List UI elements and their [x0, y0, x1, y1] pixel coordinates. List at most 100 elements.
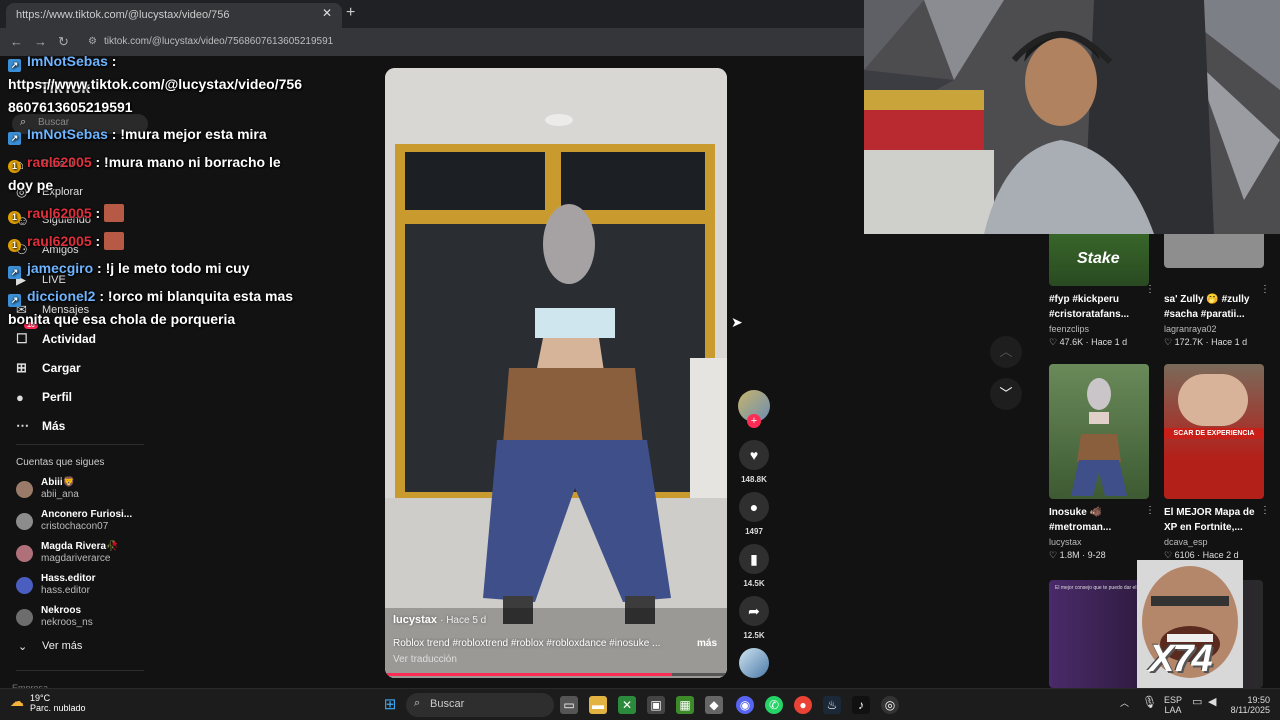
tab-title: https://www.tiktok.com/@lucystax/video/7…: [16, 9, 230, 21]
share-count: 12.5K: [743, 631, 765, 640]
store-icon[interactable]: ▣: [647, 696, 665, 714]
url-field[interactable]: tiktok.com/@lucystax/video/7568607613605…: [104, 36, 333, 47]
chat-message: 8607613605219591: [8, 96, 133, 119]
chat-text: https://www.tiktok.com/@lucystax/video/7…: [8, 76, 302, 92]
share-icon[interactable]: ➦: [739, 596, 769, 626]
reload-icon[interactable]: ↻: [58, 34, 69, 50]
weather-widget[interactable]: ☁ 19°C Parc. nublado: [10, 693, 86, 713]
steam-icon[interactable]: ♨: [823, 696, 841, 714]
comment-action[interactable]: ● 1497: [737, 492, 771, 536]
whatsapp-icon[interactable]: ✆: [765, 696, 783, 714]
avatar: [16, 544, 33, 562]
avatar: [16, 480, 33, 498]
heart-icon[interactable]: ♥: [739, 440, 769, 470]
app-icon[interactable]: ◆: [705, 696, 723, 714]
related-thumbnail[interactable]: [1049, 364, 1149, 499]
related-stats: ♡ 1.8M · 9-28: [1049, 550, 1106, 560]
file-explorer-icon[interactable]: ▬: [589, 696, 607, 714]
clock-date: 8/11/2025: [1230, 705, 1270, 715]
bookmark-icon[interactable]: ▮: [739, 544, 769, 574]
site-info-icon[interactable]: ⚙: [88, 36, 97, 47]
language-indicator[interactable]: ESP LAA: [1164, 695, 1182, 715]
following-account[interactable]: Anconero Furiosi... cristochacon07: [16, 507, 132, 535]
video-author[interactable]: lucystax · Hace 5 d: [393, 614, 486, 626]
tray-chevron-icon[interactable]: ︿: [1120, 698, 1129, 708]
share-action[interactable]: ➦ 12.5K: [737, 596, 771, 640]
taskbar-search[interactable]: ⌕ Buscar: [406, 693, 554, 717]
heart-icon: ♡: [1049, 337, 1058, 347]
video-progress-bar[interactable]: [385, 673, 727, 676]
music-disc-icon[interactable]: [739, 648, 769, 678]
volume-icon[interactable]: ◀: [1208, 697, 1216, 708]
following-account[interactable]: Nekroos nekroos_ns: [16, 603, 93, 631]
related-age: Hace 1 d: [1091, 337, 1128, 347]
related-video-card[interactable]: Inosuke 🐗 #metroman... lucystax ♡ 1.8M ·…: [1049, 364, 1155, 561]
caption-more-button[interactable]: más: [697, 638, 717, 649]
sidebar-item-perfil[interactable]: ● Perfil: [16, 386, 72, 408]
sidebar-item-label: Actividad: [42, 332, 97, 346]
new-tab-icon[interactable]: +: [346, 4, 355, 22]
follow-plus-button[interactable]: +: [747, 414, 761, 428]
weather-cloud-icon: ☁: [10, 693, 24, 709]
see-more-button[interactable]: ⌄ Ver más: [18, 640, 82, 653]
like-action[interactable]: ♥ 148.8K: [737, 440, 771, 484]
obs-icon[interactable]: ◎: [881, 696, 899, 714]
related-author: lagranraya02: [1164, 324, 1217, 334]
windows-start-icon[interactable]: ⊞: [381, 696, 399, 714]
related-video-card[interactable]: Stake #fyp #kickperu #cristoratafans... …: [1049, 224, 1155, 348]
account-name: Abiii🦁: [41, 477, 76, 488]
comment-icon[interactable]: ●: [739, 492, 769, 522]
account-handle: hass.editor: [41, 585, 90, 596]
browser-tab[interactable]: https://www.tiktok.com/@lucystax/video/7…: [6, 3, 342, 28]
video-player[interactable]: lucystax · Hace 5 d Roblox trend #roblox…: [385, 68, 727, 678]
kebab-menu-icon[interactable]: ⋮: [1260, 284, 1270, 295]
more-icon: ⋯: [16, 418, 29, 433]
kebab-menu-icon[interactable]: ⋮: [1145, 505, 1155, 516]
streamer-webcam: [864, 0, 1280, 234]
kebab-menu-icon[interactable]: ⋮: [1260, 505, 1270, 516]
xbox-icon[interactable]: ✕: [618, 696, 636, 714]
chat-username: ImNotSebas: [27, 126, 108, 142]
avatar: [16, 512, 33, 530]
sidebar-item-label: Más: [42, 419, 66, 433]
kebab-menu-icon[interactable]: ⋮: [1145, 284, 1155, 295]
account-name: Nekroos: [41, 605, 82, 616]
microphone-icon[interactable]: 🎙: [1142, 696, 1157, 708]
webcam-image: [864, 0, 1280, 234]
sidebar-item-actividad[interactable]: ☐ Actividad 16: [16, 322, 97, 350]
discord-icon[interactable]: ◉: [736, 696, 754, 714]
back-icon[interactable]: ←: [10, 34, 23, 49]
video-frame: [385, 68, 727, 678]
next-video-button[interactable]: ﹀: [990, 378, 1022, 410]
related-video-card[interactable]: sa' Zully 🤭 #zully #sacha #paratii... la…: [1164, 224, 1270, 348]
tiktok-icon[interactable]: ♪: [852, 696, 870, 714]
chat-message: ↗ jamecgiro : !j le meto todo mi cuy: [8, 257, 250, 280]
sidebar-item-cargar[interactable]: ⊞ Cargar: [16, 357, 81, 379]
account-handle: magdariverarce: [41, 553, 111, 564]
save-count: 14.5K: [743, 579, 765, 588]
related-video-card[interactable]: SCAR DE EXPERIENCIA El MEJOR Mapa de XP …: [1164, 364, 1270, 561]
activity-icon: ☐: [16, 331, 28, 346]
language-top: ESP: [1164, 695, 1183, 705]
previous-video-button[interactable]: ︿: [990, 336, 1022, 368]
comment-count: 1497: [745, 527, 763, 536]
chrome-icon[interactable]: ●: [794, 696, 812, 714]
minecraft-icon[interactable]: ▦: [676, 696, 694, 714]
clock[interactable]: 19:50 8/11/2025: [1228, 695, 1270, 715]
following-account[interactable]: Hass.editor hass.editor: [16, 571, 95, 599]
see-translation-link[interactable]: Ver traducción: [393, 654, 457, 665]
chat-username: ImNotSebas: [27, 53, 108, 69]
network-icon[interactable]: ▭: [1192, 697, 1202, 708]
forward-icon[interactable]: →: [34, 34, 47, 49]
related-age: 9-28: [1087, 550, 1106, 560]
sidebar-divider: [16, 444, 144, 445]
sidebar-item-más[interactable]: ⋯ Más: [16, 415, 65, 437]
following-account[interactable]: Magda Rivera🥀 magdariverarce: [16, 539, 118, 567]
following-account[interactable]: Abiii🦁 abii_ana: [16, 475, 79, 503]
save-action[interactable]: ▮ 14.5K: [737, 544, 771, 588]
account-name: Magda Rivera🥀: [41, 541, 119, 552]
task-view-icon[interactable]: ▭: [560, 696, 578, 714]
close-icon[interactable]: ✕: [322, 6, 332, 20]
related-thumbnail[interactable]: SCAR DE EXPERIENCIA: [1164, 364, 1264, 499]
upload-icon: ⊞: [16, 360, 27, 375]
